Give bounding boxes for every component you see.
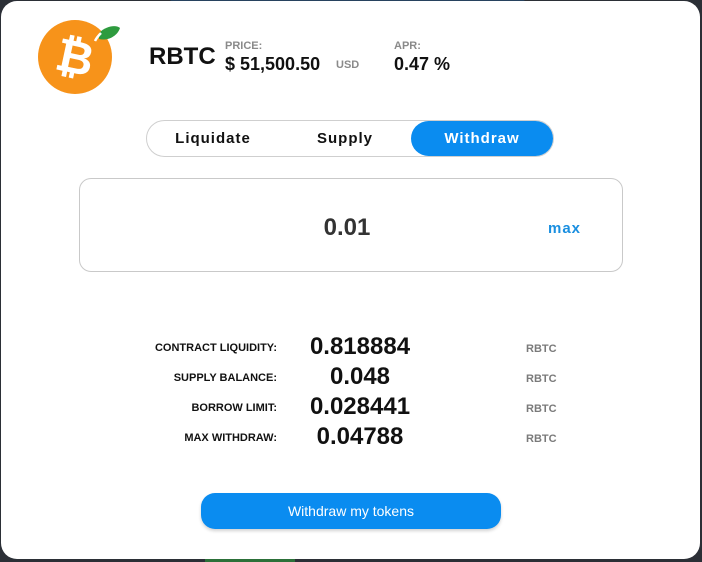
apr-value: 0.47 % bbox=[394, 54, 451, 74]
max-withdraw-label: MAX WITHDRAW: bbox=[184, 432, 277, 444]
asset-name: RBTC bbox=[149, 43, 216, 70]
supply-balance-label: SUPPLY BALANCE: bbox=[173, 372, 277, 384]
amount-input-box: max bbox=[79, 178, 623, 272]
price-label: PRICE: bbox=[225, 40, 263, 52]
withdraw-modal: ₿ RBTC PRICE: $ 51,500.50 USD APR: 0.47 … bbox=[1, 1, 700, 559]
max-button[interactable]: max bbox=[548, 220, 581, 237]
action-tabs: Liquidate Supply Withdraw bbox=[146, 120, 554, 157]
bitcoin-orange-leaf-icon: ₿ bbox=[38, 20, 120, 94]
borrow-limit-label: BORROW LIMIT: bbox=[191, 402, 277, 414]
supply-balance-unit: RBTC bbox=[526, 373, 557, 385]
borrow-limit-unit: RBTC bbox=[526, 403, 557, 415]
contract-liquidity-value: 0.818884 bbox=[309, 333, 411, 360]
max-withdraw-unit: RBTC bbox=[526, 433, 557, 445]
amount-input[interactable] bbox=[220, 209, 474, 247]
price-unit: USD bbox=[336, 59, 360, 71]
supply-balance-value: 0.048 bbox=[329, 363, 391, 390]
contract-liquidity-unit: RBTC bbox=[526, 343, 557, 355]
max-withdraw-value: 0.04788 bbox=[316, 423, 404, 450]
tab-liquidate[interactable]: Liquidate bbox=[147, 121, 279, 156]
price-value: $ 51,500.50 bbox=[225, 54, 321, 74]
withdraw-tokens-button[interactable]: Withdraw my tokens bbox=[201, 493, 501, 529]
contract-liquidity-label: CONTRACT LIQUIDITY: bbox=[154, 342, 277, 354]
tab-withdraw[interactable]: Withdraw bbox=[411, 121, 553, 156]
borrow-limit-value: 0.028441 bbox=[309, 393, 411, 420]
apr-label: APR: bbox=[394, 40, 421, 52]
tab-supply[interactable]: Supply bbox=[279, 121, 411, 156]
